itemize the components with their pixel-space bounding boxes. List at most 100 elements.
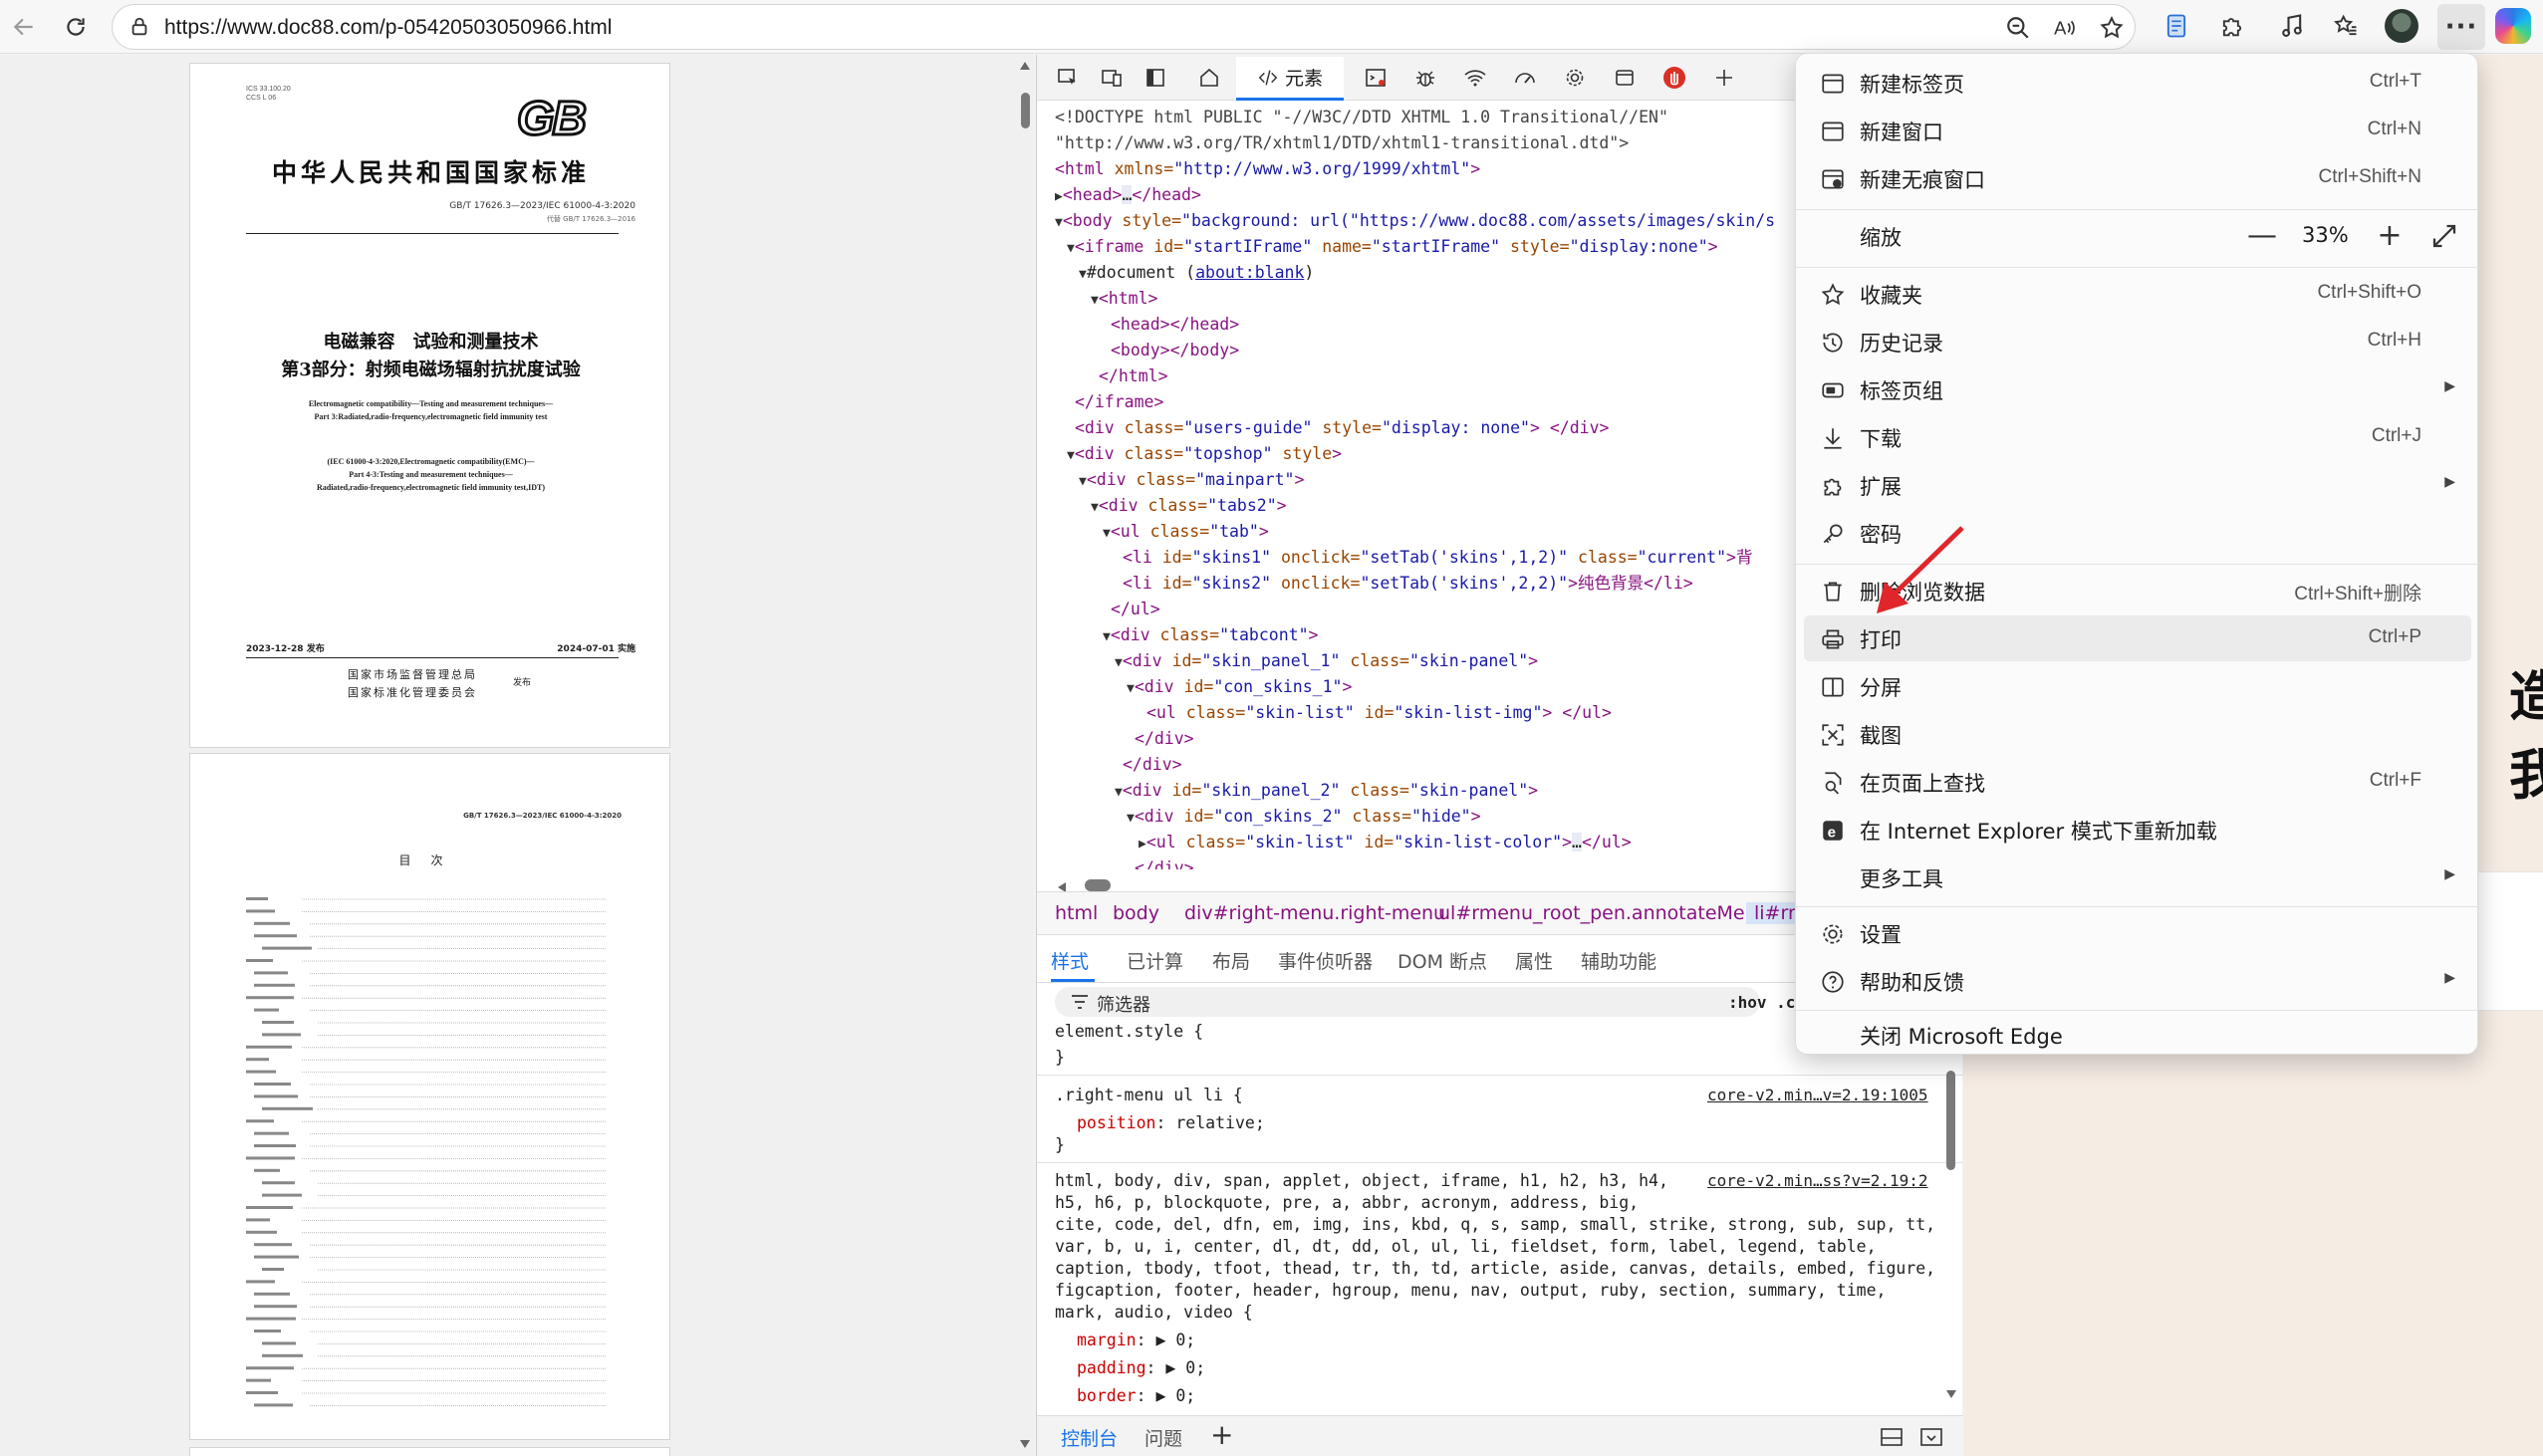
tree-line[interactable]: </iframe>	[1075, 389, 1163, 415]
breadcrumb-item[interactable]: html	[1055, 902, 1098, 924]
console-tab[interactable]	[1363, 65, 1389, 91]
tree-line[interactable]: ▼#document (about:blank)	[1079, 260, 1314, 288]
tree-line[interactable]: ▼<div class="mainpart">	[1079, 467, 1304, 495]
reading-view-button[interactable]	[2162, 11, 2191, 41]
styles-scroll-thumb[interactable]	[1946, 1071, 1955, 1170]
menu-item-close-edge[interactable]: 关闭 Microsoft Edge	[1804, 1012, 2471, 1058]
tree-line[interactable]: </div>	[1135, 726, 1194, 752]
document-scroll-thumb[interactable]	[1021, 93, 1030, 128]
menu-item-settings[interactable]: 设置	[1804, 910, 2471, 956]
tab-layout[interactable]: 布局	[1212, 947, 1250, 974]
tree-line-body[interactable]: ▼<body style="background: url("https://w…	[1055, 208, 1775, 236]
adblock-extension-tab[interactable]	[1661, 65, 1687, 91]
menu-item-history[interactable]: 历史记录 Ctrl+H	[1804, 319, 2471, 364]
tree-line[interactable]: ▼<html>	[1091, 286, 1157, 314]
menu-item-extensions[interactable]: 扩展 ▶	[1804, 462, 2471, 508]
tab-dom-breakpoints[interactable]: DOM 断点	[1398, 947, 1487, 974]
style-rule-selector[interactable]: .right-menu ul li {	[1055, 1085, 1243, 1106]
tab-styles[interactable]: 样式	[1051, 947, 1089, 974]
zoom-out-button[interactable]: —	[2242, 215, 2282, 255]
menu-item-new-inprivate[interactable]: 新建无痕窗口 Ctrl+Shift+N	[1804, 155, 2471, 201]
tree-line[interactable]: <html xmlns="http://www.w3.org/1999/xhtm…	[1055, 156, 1480, 182]
tree-line[interactable]: <!DOCTYPE html PUBLIC "-//W3C//DTD XHTML…	[1055, 105, 1668, 130]
about-blank-link[interactable]: about:blank	[1195, 263, 1304, 282]
tree-line-iframe[interactable]: ▼<iframe id="startIFrame" name="startIFr…	[1067, 234, 1718, 262]
styles-filter-input[interactable]: 筛选器	[1055, 987, 1760, 1017]
breadcrumb-item[interactable]: ul#rmenu_root_pen.annotateMenu	[1438, 902, 1769, 924]
style-declaration[interactable]: position: relative;	[1077, 1112, 1265, 1134]
zoom-in-button[interactable]: +	[2370, 215, 2410, 255]
style-declaration[interactable]: padding: ▶ 0;	[1077, 1357, 1205, 1379]
tree-horizontal-scroll-thumb[interactable]	[1085, 879, 1111, 891]
application-tab[interactable]	[1612, 65, 1638, 91]
refresh-button[interactable]	[58, 9, 94, 45]
scroll-down-arrow-icon[interactable]	[1945, 1389, 1957, 1399]
dock-side-button[interactable]	[1143, 65, 1168, 91]
drawer-tab-issues[interactable]: 问题	[1144, 1424, 1182, 1451]
drawer-add-tab-button[interactable]: +	[1210, 1418, 1233, 1451]
tree-line-head[interactable]: ▶<head>…</head>	[1055, 182, 1201, 210]
copilot-icon[interactable]	[2495, 8, 2531, 44]
network-tab[interactable]	[1462, 65, 1488, 91]
menu-item-find-on-page[interactable]: 在页面上查找 Ctrl+F	[1804, 759, 2471, 805]
tab-accessibility[interactable]: 辅助功能	[1581, 947, 1656, 974]
tree-line[interactable]: ▼<div id="skin_panel_2" class="skin-pane…	[1115, 778, 1538, 806]
more-tabs-button[interactable]	[1711, 65, 1737, 91]
scroll-down-arrow-icon[interactable]	[1019, 1439, 1031, 1449]
tree-line[interactable]: </div>	[1135, 855, 1194, 869]
style-source-link[interactable]: core-v2.min…v=2.19:1005	[1707, 1085, 1928, 1106]
menu-item-ie-mode[interactable]: e 在 Internet Explorer 模式下重新加载	[1804, 807, 2471, 852]
breadcrumb-item[interactable]: body	[1113, 902, 1159, 924]
menu-item-more-tools[interactable]: 更多工具 ▶	[1804, 854, 2471, 900]
tree-line[interactable]: ▼<ul class="tab">	[1103, 519, 1269, 547]
url-text[interactable]: https://www.doc88.com/p-05420503050966.h…	[164, 16, 612, 40]
settings-and-more-button[interactable]: ···	[2437, 4, 2485, 50]
menu-item-tab-groups[interactable]: 标签页组 ▶	[1804, 366, 2471, 412]
tree-line[interactable]: </ul>	[1111, 597, 1160, 622]
menu-item-split-screen[interactable]: 分屏	[1804, 663, 2471, 709]
tree-line[interactable]: ▼<div class="tabcont">	[1103, 622, 1318, 650]
style-source-link[interactable]: core-v2.min…ss?v=2.19:2	[1707, 1170, 1928, 1192]
tree-line[interactable]: ▶<ul class="skin-list" id="skin-list-col…	[1139, 830, 1632, 857]
document-scrollbar[interactable]	[1016, 55, 1034, 1456]
tab-computed[interactable]: 已计算	[1127, 947, 1183, 974]
address-bar[interactable]: https://www.doc88.com/p-05420503050966.h…	[112, 4, 2136, 50]
tree-line[interactable]: <div class="users-guide" style="display:…	[1075, 415, 1609, 441]
tree-line[interactable]: <head></head>	[1111, 312, 1239, 338]
extensions-button[interactable]	[2217, 11, 2247, 41]
tab-properties[interactable]: 属性	[1515, 947, 1553, 974]
device-emulation-button[interactable]	[1099, 65, 1125, 91]
sources-tab[interactable]	[1412, 65, 1438, 91]
favorites-button[interactable]	[2331, 11, 2361, 41]
profile-avatar[interactable]	[2385, 9, 2418, 43]
tree-line[interactable]: <li id="skins2" onclick="setTab('skins',…	[1123, 571, 1693, 597]
tree-line[interactable]: <ul class="skin-list" id="skin-list-img"…	[1146, 700, 1612, 726]
zoom-out-icon[interactable]	[2005, 15, 2031, 41]
tree-line[interactable]: <body></body>	[1111, 338, 1239, 364]
welcome-tab[interactable]	[1196, 65, 1222, 91]
scroll-up-arrow-icon[interactable]	[1019, 61, 1031, 71]
menu-item-screenshot[interactable]: 截图	[1804, 711, 2471, 757]
tab-event-listeners[interactable]: 事件侦听器	[1278, 947, 1373, 974]
style-declaration[interactable]: border: ▶ 0;	[1077, 1385, 1195, 1407]
performance-tab[interactable]	[1512, 65, 1538, 91]
close-drawer-icon[interactable]	[1919, 1426, 1943, 1448]
favorite-star-icon[interactable]	[2099, 15, 2125, 41]
menu-item-favorites[interactable]: 收藏夹 Ctrl+Shift+O	[1804, 271, 2471, 317]
tree-line[interactable]: ▼<div id="con_skins_1">	[1127, 674, 1352, 702]
dock-drawer-icon[interactable]	[1880, 1426, 1904, 1448]
style-rule-selector[interactable]: html, body, div, span, applet, object, i…	[1055, 1170, 1668, 1192]
read-aloud-icon[interactable]: A	[2052, 15, 2078, 41]
fullscreen-icon[interactable]	[2429, 221, 2459, 251]
menu-item-new-window[interactable]: 新建窗口 Ctrl+N	[1804, 108, 2471, 153]
tree-line[interactable]: ▼<div id="con_skins_2" class="hide">	[1127, 804, 1481, 832]
tree-line[interactable]: ▼<div class="topshop" style>	[1067, 441, 1342, 469]
media-button[interactable]	[2277, 11, 2307, 41]
tree-line[interactable]: "http://www.w3.org/TR/xhtml1/DTD/xhtml1-…	[1055, 130, 1629, 156]
style-declaration[interactable]: margin: ▶ 0;	[1077, 1330, 1195, 1351]
menu-item-new-tab[interactable]: 新建标签页 Ctrl+T	[1804, 60, 2471, 106]
tree-line[interactable]: ▼<div id="skin_panel_1" class="skin-pane…	[1115, 648, 1538, 676]
tree-line[interactable]: </div>	[1123, 752, 1182, 778]
inspect-element-button[interactable]	[1055, 65, 1081, 91]
tree-line[interactable]: <li id="skins1" onclick="setTab('skins',…	[1123, 545, 1752, 571]
